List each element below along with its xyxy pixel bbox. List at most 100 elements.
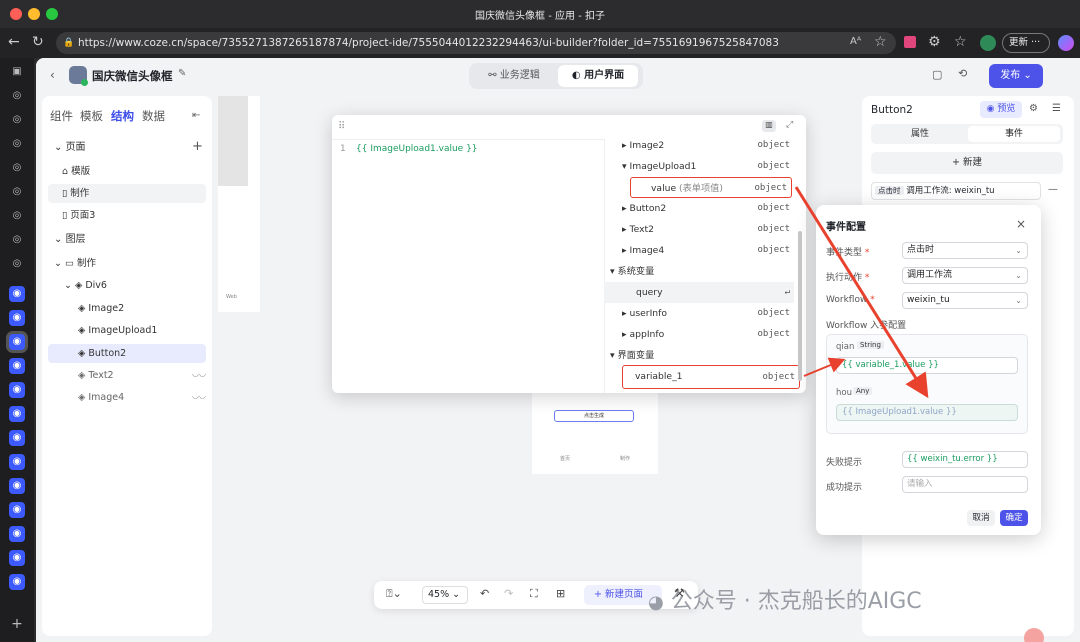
- redo-icon[interactable]: ↷: [504, 587, 513, 600]
- coze-tab-icon[interactable]: ◉: [9, 574, 25, 590]
- layers-section[interactable]: ⌄ 图层: [48, 230, 206, 249]
- grid-icon[interactable]: ⊞: [556, 587, 565, 600]
- var-row-image4[interactable]: ▸ Image4 object: [604, 240, 794, 261]
- tab-icon[interactable]: ◎: [9, 136, 25, 152]
- coze-tab-icon[interactable]: ◉: [9, 382, 25, 398]
- layer-button2[interactable]: ◈ Button2: [48, 344, 206, 363]
- undo-icon[interactable]: ↶: [480, 587, 489, 600]
- workflow-select[interactable]: weixin_tu ⌄: [902, 292, 1028, 309]
- tab-templates[interactable]: 模板: [80, 108, 103, 124]
- layout-icon[interactable]: ▢: [932, 68, 942, 81]
- tab-icon[interactable]: ◎: [9, 232, 25, 248]
- var-row-appinfo[interactable]: ▸ appInfo object: [604, 324, 794, 345]
- coze-tab-icon[interactable]: ◉: [9, 430, 25, 446]
- layer-image4[interactable]: ◈ Image4: [48, 388, 206, 407]
- zoom-select[interactable]: 45% ⌄: [422, 586, 468, 604]
- layer-text2[interactable]: ◈ Text2: [48, 366, 206, 385]
- coze-tab-icon-active[interactable]: ◉: [9, 334, 25, 350]
- pages-section[interactable]: ⌄ 页面: [48, 138, 206, 157]
- expand-icon[interactable]: ⤢: [786, 120, 793, 130]
- panel-icon[interactable]: ▥: [762, 120, 776, 132]
- var-section-ui[interactable]: ▾ 界面变量: [604, 345, 794, 366]
- layer-div6[interactable]: ⌄ ◈ Div6: [48, 276, 206, 295]
- coze-tab-icon[interactable]: ◉: [9, 454, 25, 470]
- coze-tab-icon[interactable]: ◉: [9, 310, 25, 326]
- puzzle-icon[interactable]: ⚙: [928, 33, 941, 51]
- favorite-icon[interactable]: ☆: [874, 33, 887, 51]
- hidden-eye-icon[interactable]: ◡◡: [192, 391, 206, 400]
- collapse-icon[interactable]: ⇤: [192, 110, 200, 121]
- tab-user-interface[interactable]: ◐ 用户界面: [558, 65, 638, 87]
- update-button[interactable]: 更新 ···: [1002, 33, 1050, 53]
- success-tip-input[interactable]: 请输入: [902, 476, 1028, 493]
- drag-handle-icon[interactable]: ⠿: [338, 121, 345, 132]
- address-input[interactable]: 🔒 https://www.coze.cn/space/735527138726…: [56, 32, 896, 54]
- generate-button-preview[interactable]: 点击生成: [554, 410, 634, 422]
- tab-data[interactable]: 数据: [142, 108, 165, 124]
- confirm-button[interactable]: 确定: [1000, 510, 1028, 526]
- tab-icon[interactable]: ◎: [9, 160, 25, 176]
- edit-icon[interactable]: ✎: [178, 68, 186, 79]
- preview-button[interactable]: ◉ 预览: [980, 101, 1022, 118]
- var-row-query[interactable]: query ↵: [604, 282, 794, 303]
- coze-tab-icon[interactable]: ◉: [9, 358, 25, 374]
- publish-button[interactable]: 发布 ⌄: [989, 64, 1043, 88]
- cursor-icon[interactable]: ⍰⌄: [386, 587, 402, 601]
- code-editor[interactable]: 1 {{ ImageUpload1.value }}: [332, 139, 604, 393]
- tab-icon[interactable]: ◎: [9, 256, 25, 272]
- copilot-icon[interactable]: [1058, 35, 1074, 51]
- var-row-image2[interactable]: ▸ Image2 object: [604, 135, 794, 156]
- sidebar-toggle-icon[interactable]: ▣: [9, 64, 25, 80]
- layer-image2[interactable]: ◈ Image2: [48, 299, 206, 318]
- collections-icon[interactable]: ☆: [954, 33, 967, 51]
- param-hou-input[interactable]: {{ ImageUpload1.value }}: [836, 404, 1018, 421]
- tab-icon[interactable]: ◎: [9, 184, 25, 200]
- layer-imageupload1[interactable]: ◈ ImageUpload1: [48, 321, 206, 340]
- menu-icon[interactable]: ☰: [1052, 103, 1061, 114]
- tab-icon[interactable]: ◎: [9, 112, 25, 128]
- var-row-variable1[interactable]: variable_1 object: [622, 365, 800, 389]
- hidden-eye-icon[interactable]: ◡◡: [192, 369, 206, 378]
- cancel-button[interactable]: 取消: [967, 510, 995, 526]
- coze-tab-icon[interactable]: ◉: [9, 286, 25, 302]
- action-select[interactable]: 调用工作流 ⌄: [902, 267, 1028, 284]
- tab-business-logic[interactable]: ⚯ 业务逻辑: [474, 65, 554, 87]
- add-page-icon[interactable]: +: [192, 139, 203, 154]
- var-row-imageupload1[interactable]: ▾ ImageUpload1 object: [604, 156, 794, 177]
- page-item-template[interactable]: ⌂ 模版: [48, 162, 206, 181]
- coze-tab-icon[interactable]: ◉: [9, 502, 25, 518]
- coze-tab-icon[interactable]: ◉: [9, 478, 25, 494]
- param-qian-input[interactable]: {{ variable_1.value }}: [836, 357, 1018, 374]
- var-row-userinfo[interactable]: ▸ userInfo object: [604, 303, 794, 324]
- event-type-select[interactable]: 点击时 ⌄: [902, 242, 1028, 259]
- settings-icon[interactable]: ⚙: [1029, 103, 1038, 114]
- coze-tab-icon[interactable]: ◉: [9, 526, 25, 542]
- back-icon[interactable]: ←: [8, 33, 20, 51]
- read-aloud-icon[interactable]: Aᴬ: [850, 33, 861, 51]
- tab-icon[interactable]: ◎: [9, 88, 25, 104]
- page-item-make[interactable]: ▯ 制作: [48, 184, 206, 203]
- fail-tip-input[interactable]: {{ weixin_tu.error }}: [902, 451, 1028, 468]
- event-item[interactable]: 点击时 调用工作流: weixin_tu: [871, 182, 1041, 200]
- extension-icon[interactable]: [904, 36, 916, 48]
- tab-components[interactable]: 组件: [50, 108, 73, 124]
- tab-icon[interactable]: ◎: [9, 208, 25, 224]
- back-chevron-icon[interactable]: ‹: [50, 68, 55, 82]
- reload-icon[interactable]: ↻: [32, 33, 44, 51]
- new-tab-icon[interactable]: +: [9, 616, 25, 632]
- page-item-page3[interactable]: ▯ 页面3: [48, 206, 206, 225]
- remove-event-button[interactable]: —: [1048, 184, 1058, 195]
- var-row-value[interactable]: value (表单项值) object: [630, 177, 792, 198]
- new-event-button[interactable]: + 新建: [871, 152, 1063, 174]
- tab-events[interactable]: 事件: [968, 126, 1060, 142]
- var-row-text2[interactable]: ▸ Text2 object: [604, 219, 794, 240]
- coze-tab-icon[interactable]: ◉: [9, 550, 25, 566]
- close-icon[interactable]: ×: [1016, 217, 1026, 231]
- var-section-system[interactable]: ▾ 系统变量: [604, 261, 794, 282]
- avatar[interactable]: [980, 35, 996, 51]
- fit-screen-icon[interactable]: ⛶: [530, 587, 538, 601]
- history-icon[interactable]: ⟲: [958, 67, 967, 80]
- assistant-avatar[interactable]: [1024, 628, 1044, 642]
- scrollbar[interactable]: [798, 231, 802, 381]
- tab-structure[interactable]: 结构: [111, 108, 134, 124]
